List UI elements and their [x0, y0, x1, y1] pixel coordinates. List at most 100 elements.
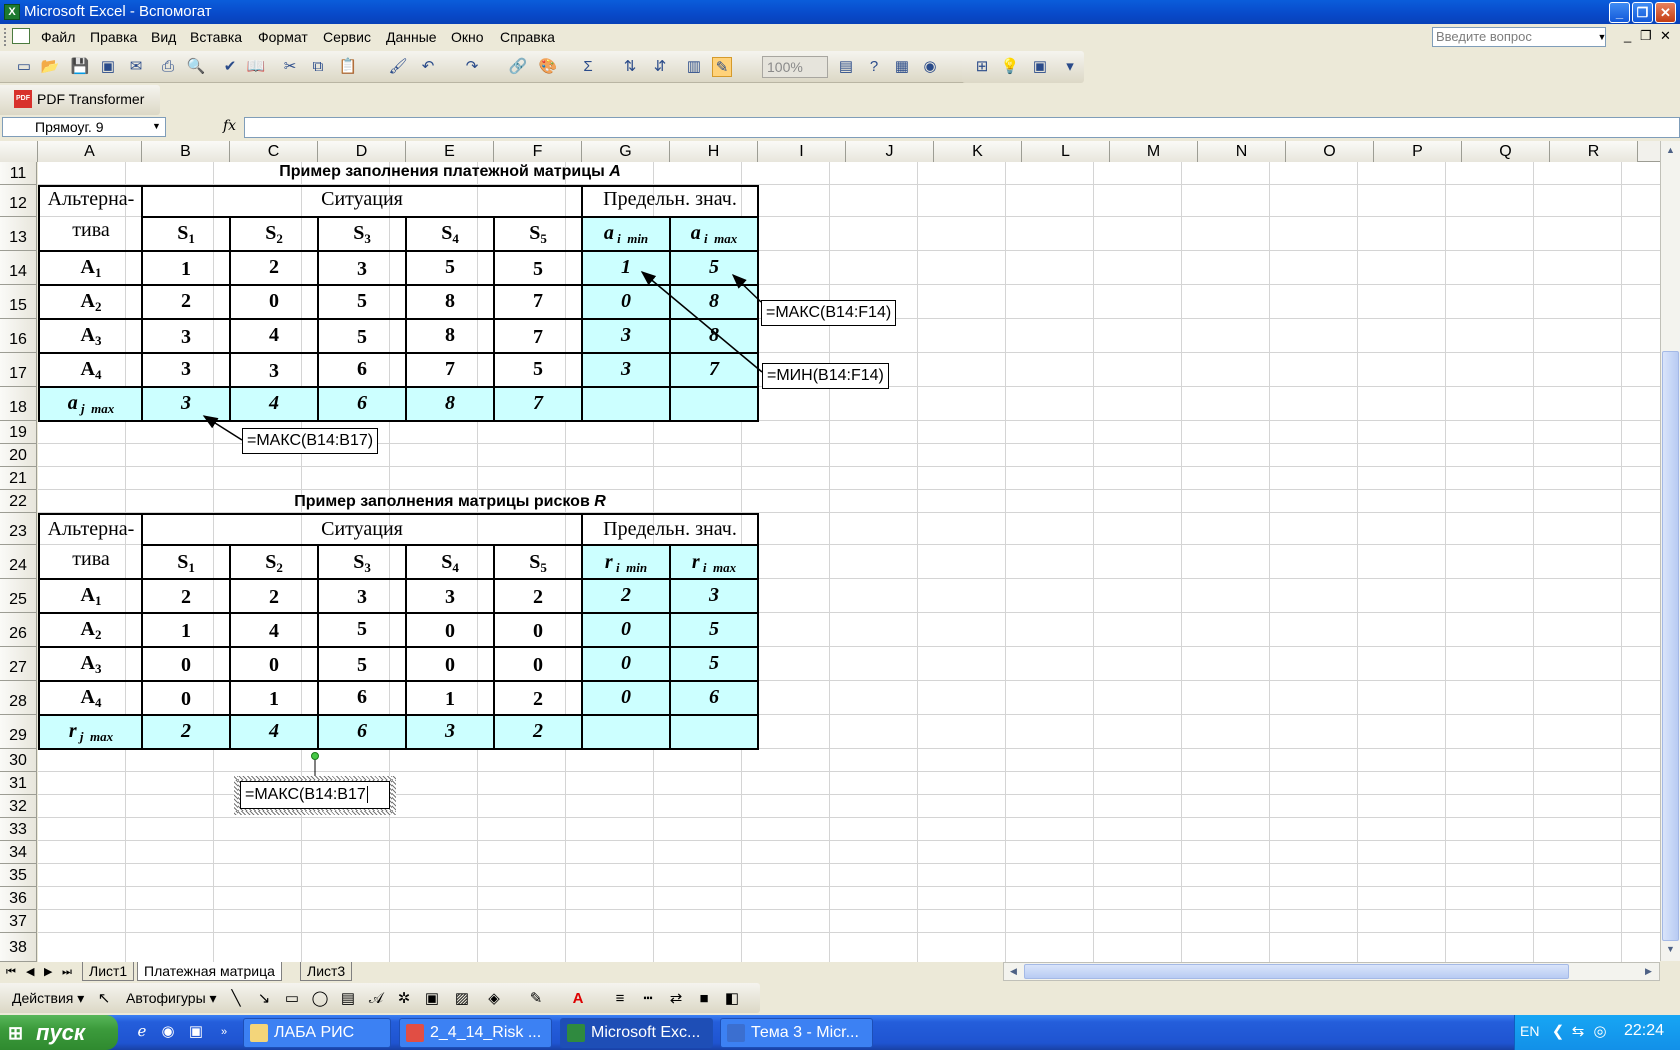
col-max-cell[interactable]: 4: [230, 720, 318, 743]
print-preview-icon[interactable]: 🔍: [186, 57, 206, 77]
row-min-cell[interactable]: 2: [582, 584, 670, 607]
borders-icon[interactable]: ⊞: [972, 57, 992, 77]
draw-actions-menu[interactable]: Действия ▾: [12, 990, 84, 1007]
matrix-cell[interactable]: 5: [318, 326, 406, 349]
first-sheet-icon[interactable]: ⏮: [6, 962, 16, 982]
quick-launch-expand-icon[interactable]: »: [214, 1022, 234, 1042]
matrix-cell[interactable]: 3: [318, 258, 406, 281]
col-header-D[interactable]: D: [318, 141, 406, 162]
scroll-right-icon[interactable]: ▶: [1640, 963, 1657, 980]
taskbar-item-excel[interactable]: Microsoft Exc...: [560, 1018, 713, 1048]
row-header[interactable]: 32: [0, 795, 37, 818]
row-min-cell[interactable]: 0: [582, 652, 670, 675]
sort-ascending-icon[interactable]: ⇅: [620, 57, 640, 77]
fill-color-icon[interactable]: ◈: [484, 989, 504, 1009]
matrix-cell[interactable]: 2: [142, 290, 230, 313]
matrix-cell[interactable]: 7: [494, 290, 582, 313]
col-header-Q[interactable]: Q: [1462, 141, 1550, 162]
matrix-cell[interactable]: 0: [142, 688, 230, 711]
col-max-cell[interactable]: 6: [318, 720, 406, 743]
record-icon[interactable]: ◉: [920, 57, 940, 77]
lightbulb-icon[interactable]: 💡: [1000, 57, 1020, 77]
copy-icon[interactable]: ⧉: [308, 57, 328, 77]
scroll-down-icon[interactable]: ▼: [1662, 941, 1679, 958]
line-style-icon[interactable]: ≡: [610, 989, 630, 1009]
row-header[interactable]: 22: [0, 490, 37, 513]
oval-icon[interactable]: ◯: [310, 989, 330, 1009]
close-button[interactable]: ✕: [1655, 2, 1676, 23]
pdf-transformer-icon[interactable]: PDF: [14, 90, 32, 108]
col-max-cell[interactable]: 8: [406, 392, 494, 415]
col-max-cell[interactable]: 7: [494, 392, 582, 415]
menu-grip[interactable]: [4, 28, 7, 46]
matrix-cell[interactable]: 2: [494, 586, 582, 609]
row-min-cell[interactable]: 3: [582, 324, 670, 347]
paste-icon[interactable]: 📋: [338, 57, 358, 77]
email-icon[interactable]: ✉: [126, 57, 146, 77]
minimize-button[interactable]: _: [1609, 2, 1630, 23]
autosum-icon[interactable]: Σ: [578, 57, 598, 77]
3d-icon[interactable]: ◧: [722, 989, 742, 1009]
calendar-icon[interactable]: ▦: [892, 57, 912, 77]
matrix-cell[interactable]: 2: [494, 688, 582, 711]
language-indicator[interactable]: EN: [1520, 1023, 1539, 1039]
matrix-cell[interactable]: 0: [494, 620, 582, 643]
col-header-P[interactable]: P: [1374, 141, 1462, 162]
insert-function-icon[interactable]: fx: [223, 118, 236, 134]
row-header[interactable]: 30: [0, 749, 37, 772]
matrix-cell[interactable]: 3: [142, 358, 230, 381]
matrix-cell[interactable]: 4: [230, 620, 318, 643]
row-header[interactable]: 19: [0, 421, 37, 444]
matrix-cell[interactable]: 8: [406, 290, 494, 313]
matrix-cell[interactable]: 5: [318, 618, 406, 641]
taskbar-item-word[interactable]: Тема 3 - Micr...: [720, 1018, 873, 1048]
row-header[interactable]: 24: [0, 545, 37, 579]
matrix-cell[interactable]: 6: [318, 686, 406, 709]
font-color-icon[interactable]: A: [568, 989, 588, 1009]
row-min-cell[interactable]: 0: [582, 618, 670, 641]
rectangle-icon[interactable]: ▭: [282, 989, 302, 1009]
next-sheet-icon[interactable]: ▶: [44, 962, 52, 982]
vertical-scrollbar[interactable]: ▲ ▼: [1660, 141, 1680, 961]
wordart-icon[interactable]: 𝒜: [366, 989, 386, 1009]
menu-view[interactable]: Вид: [151, 29, 176, 45]
col-header-N[interactable]: N: [1198, 141, 1286, 162]
col-max-cell[interactable]: 2: [494, 720, 582, 743]
row-header[interactable]: 13: [0, 217, 37, 251]
matrix-cell[interactable]: 1: [230, 688, 318, 711]
prev-sheet-icon[interactable]: ◀: [26, 962, 34, 982]
new-icon[interactable]: ▭: [14, 57, 34, 77]
picture-icon[interactable]: ▨: [452, 989, 472, 1009]
menu-window[interactable]: Окно: [451, 29, 484, 45]
row-header[interactable]: 33: [0, 818, 37, 841]
save-icon[interactable]: 💾: [70, 57, 90, 77]
row-header[interactable]: 36: [0, 887, 37, 910]
row-min-cell[interactable]: 3: [582, 358, 670, 381]
col-header-L[interactable]: L: [1022, 141, 1110, 162]
col-header-I[interactable]: I: [758, 141, 846, 162]
col-header-O[interactable]: O: [1286, 141, 1374, 162]
col-header-B[interactable]: B: [142, 141, 230, 162]
callout-editing[interactable]: =МАКС(B14:B17: [240, 781, 390, 809]
arrow-style-icon[interactable]: ⇄: [666, 989, 686, 1009]
matrix-cell[interactable]: 5: [318, 654, 406, 677]
matrix-cell[interactable]: 0: [406, 654, 494, 677]
matrix-cell[interactable]: 2: [230, 586, 318, 609]
format-painter-icon[interactable]: 🖌: [388, 57, 408, 77]
row-max-cell[interactable]: 5: [670, 256, 758, 279]
diagram-icon[interactable]: ✲: [394, 989, 414, 1009]
scroll-up-icon[interactable]: ▲: [1662, 142, 1679, 159]
firefox-icon[interactable]: ◉: [158, 1022, 178, 1042]
row-header[interactable]: 17: [0, 353, 37, 387]
help-icon[interactable]: ?: [864, 57, 884, 77]
col-header-R[interactable]: R: [1550, 141, 1638, 162]
col-header-F[interactable]: F: [494, 141, 582, 162]
col-header-K[interactable]: K: [934, 141, 1022, 162]
view-icon[interactable]: ▤: [836, 57, 856, 77]
col-header-C[interactable]: C: [230, 141, 318, 162]
horizontal-scrollbar[interactable]: ◀ ▶: [1003, 962, 1660, 981]
arrow-icon[interactable]: ↘: [254, 989, 274, 1009]
line-icon[interactable]: ╲: [226, 989, 246, 1009]
col-header-G[interactable]: G: [582, 141, 670, 162]
toolbar-options-icon[interactable]: ▾: [1060, 57, 1080, 77]
